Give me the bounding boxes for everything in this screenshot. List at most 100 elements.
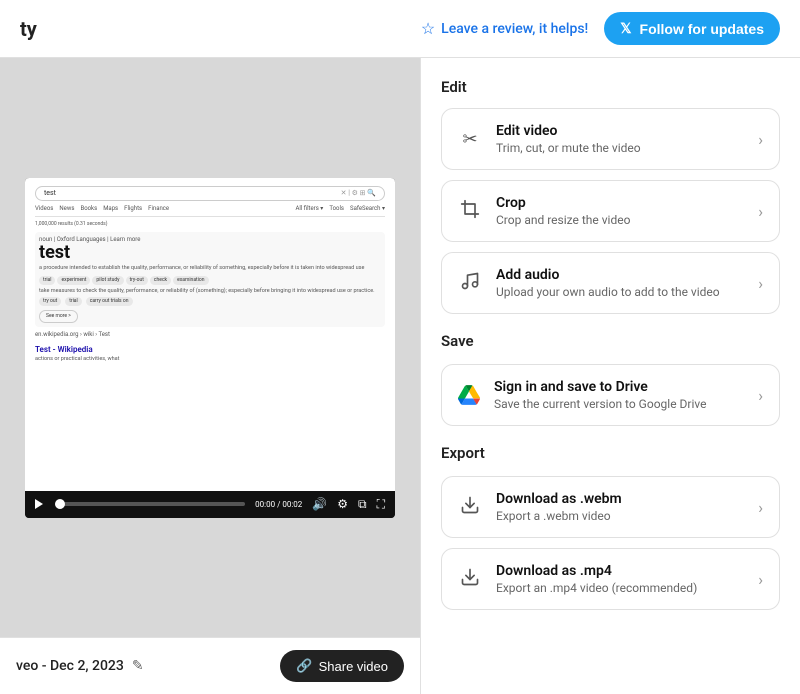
save-section-title: Save	[441, 332, 780, 350]
search-tabs: Videos News Books Maps Flights Finance A…	[35, 205, 385, 216]
edit-video-chevron: ›	[758, 130, 763, 149]
video-title-area: veo - Dec 2, 2023 ✎	[16, 658, 144, 674]
download-webm-desc: Export a .webm video	[496, 509, 744, 523]
wiki-title: Test - Wikipedia	[35, 344, 385, 355]
video-container: test ✕ | ⚙ ⊞ 🔍 Videos News Books Maps Fl…	[0, 58, 420, 637]
add-audio-text: Add audio Upload your own audio to add t…	[496, 267, 744, 299]
definition-text: a procedure intended to establish the qu…	[39, 265, 381, 273]
tag-check: check	[150, 276, 171, 285]
edit-section-title: Edit	[441, 78, 780, 96]
download-mp4-title: Download as .mp4	[496, 563, 744, 579]
tag-try-out: try out	[39, 297, 61, 306]
save-drive-title: Sign in and save to Drive	[494, 379, 744, 395]
share-label: Share video	[319, 659, 388, 674]
video-title: veo - Dec 2, 2023	[16, 658, 124, 674]
crop-desc: Crop and resize the video	[496, 213, 744, 227]
tab-flights: Flights	[124, 205, 142, 213]
star-icon: ☆	[421, 19, 435, 38]
definition-label: noun | Oxford Languages | Learn more	[39, 236, 381, 244]
follow-label: Follow for updates	[640, 21, 764, 37]
leave-review-label: Leave a review, it helps!	[441, 21, 588, 37]
crop-card[interactable]: Crop Crop and resize the video ›	[441, 180, 780, 242]
time-current: 00:00	[255, 500, 275, 509]
pip-icon[interactable]: ⧉	[358, 497, 367, 512]
edit-video-title: Edit video	[496, 123, 744, 139]
download-mp4-card[interactable]: Download as .mp4 Export an .mp4 video (r…	[441, 548, 780, 610]
see-more-button: See more >	[39, 310, 78, 323]
synonym-tags: trial experiment pilot study try-out che…	[39, 276, 381, 285]
download-mp4-icon	[458, 567, 482, 591]
edit-title-icon[interactable]: ✎	[132, 658, 144, 674]
audio-icon	[458, 271, 482, 296]
main-layout: test ✕ | ⚙ ⊞ 🔍 Videos News Books Maps Fl…	[0, 58, 800, 694]
search-query-display: test	[44, 189, 341, 199]
settings-icon[interactable]: ⚙	[337, 497, 348, 511]
volume-icon[interactable]: 🔊	[312, 497, 327, 511]
header-actions: ☆ Leave a review, it helps! 𝕏 Follow for…	[421, 12, 780, 45]
add-audio-title: Add audio	[496, 267, 744, 283]
tag-trial: trial	[39, 276, 55, 285]
progress-dot	[55, 499, 65, 509]
download-webm-chevron: ›	[758, 498, 763, 517]
crop-title: Crop	[496, 195, 744, 211]
video-controls: 00:00 / 00:02 🔊 ⚙ ⧉ ⛶	[25, 491, 395, 518]
add-audio-chevron: ›	[758, 274, 763, 293]
wiki-url: en.wikipedia.org › wiki › Test	[35, 331, 385, 339]
safesearch: SafeSearch ▾	[350, 205, 385, 213]
definition-word: test	[39, 244, 381, 262]
fullscreen-icon[interactable]: ⛶	[377, 497, 385, 512]
app-logo: ty	[20, 17, 37, 41]
search-bar-sim: test ✕ | ⚙ ⊞ 🔍	[35, 186, 385, 202]
scissors-icon: ✂	[458, 129, 482, 150]
leave-review-link[interactable]: ☆ Leave a review, it helps!	[421, 19, 588, 38]
download-webm-text: Download as .webm Export a .webm video	[496, 491, 744, 523]
video-screen: test ✕ | ⚙ ⊞ 🔍 Videos News Books Maps Fl…	[25, 178, 395, 518]
tab-videos: Videos	[35, 205, 53, 213]
crop-icon	[458, 199, 482, 224]
progress-bar[interactable]	[55, 502, 245, 506]
edit-video-desc: Trim, cut, or mute the video	[496, 141, 744, 155]
add-audio-card[interactable]: Add audio Upload your own audio to add t…	[441, 252, 780, 314]
second-def: take measures to check the quality, perf…	[39, 288, 381, 296]
download-webm-title: Download as .webm	[496, 491, 744, 507]
definition-block: noun | Oxford Languages | Learn more tes…	[35, 232, 385, 328]
google-drive-icon	[458, 384, 480, 406]
tab-news: News	[59, 205, 74, 213]
verb-tags: try out trial carry out trials on	[39, 297, 381, 306]
wiki-desc: actions or practical activities, what	[35, 356, 385, 363]
tag-carry: carry out trials on	[86, 297, 133, 306]
crop-chevron: ›	[758, 202, 763, 221]
share-button[interactable]: 🔗 Share video	[280, 650, 404, 682]
download-webm-card[interactable]: Download as .webm Export a .webm video ›	[441, 476, 780, 538]
follow-button[interactable]: 𝕏 Follow for updates	[604, 12, 780, 45]
left-panel: test ✕ | ⚙ ⊞ 🔍 Videos News Books Maps Fl…	[0, 58, 420, 694]
save-drive-card[interactable]: Sign in and save to Drive Save the curre…	[441, 364, 780, 426]
tag-examination: examination	[173, 276, 208, 285]
play-button[interactable]	[35, 499, 45, 509]
twitter-icon: 𝕏	[620, 20, 631, 37]
wiki-result: en.wikipedia.org › wiki › Test Test - Wi…	[35, 331, 385, 363]
search-sim: test ✕ | ⚙ ⊞ 🔍 Videos News Books Maps Fl…	[25, 178, 395, 372]
time-display: 00:00 / 00:02	[255, 500, 302, 509]
right-panel: Edit ✂ Edit video Trim, cut, or mute the…	[420, 58, 800, 694]
video-content: test ✕ | ⚙ ⊞ 🔍 Videos News Books Maps Fl…	[25, 178, 395, 491]
tab-finance: Finance	[148, 205, 169, 213]
download-mp4-chevron: ›	[758, 570, 763, 589]
all-filters: All filters ▾	[295, 205, 323, 213]
download-webm-icon	[458, 495, 482, 519]
save-drive-chevron: ›	[758, 386, 763, 405]
header: ty ☆ Leave a review, it helps! 𝕏 Follow …	[0, 0, 800, 58]
export-section-title: Export	[441, 444, 780, 462]
share-icon: 🔗	[296, 658, 312, 674]
tag-trial-v: trial	[65, 297, 81, 306]
download-mp4-desc: Export an .mp4 video (recommended)	[496, 581, 744, 595]
edit-video-card[interactable]: ✂ Edit video Trim, cut, or mute the vide…	[441, 108, 780, 170]
tools: Tools	[329, 205, 344, 213]
result-count: 1,000,000 results (0.31 seconds)	[35, 221, 385, 228]
save-drive-desc: Save the current version to Google Drive	[494, 397, 744, 411]
time-total: 00:02	[282, 500, 302, 509]
crop-text: Crop Crop and resize the video	[496, 195, 744, 227]
tag-pilot: pilot study	[92, 276, 123, 285]
tag-tryout: try-out	[126, 276, 148, 285]
add-audio-desc: Upload your own audio to add to the vide…	[496, 285, 744, 299]
